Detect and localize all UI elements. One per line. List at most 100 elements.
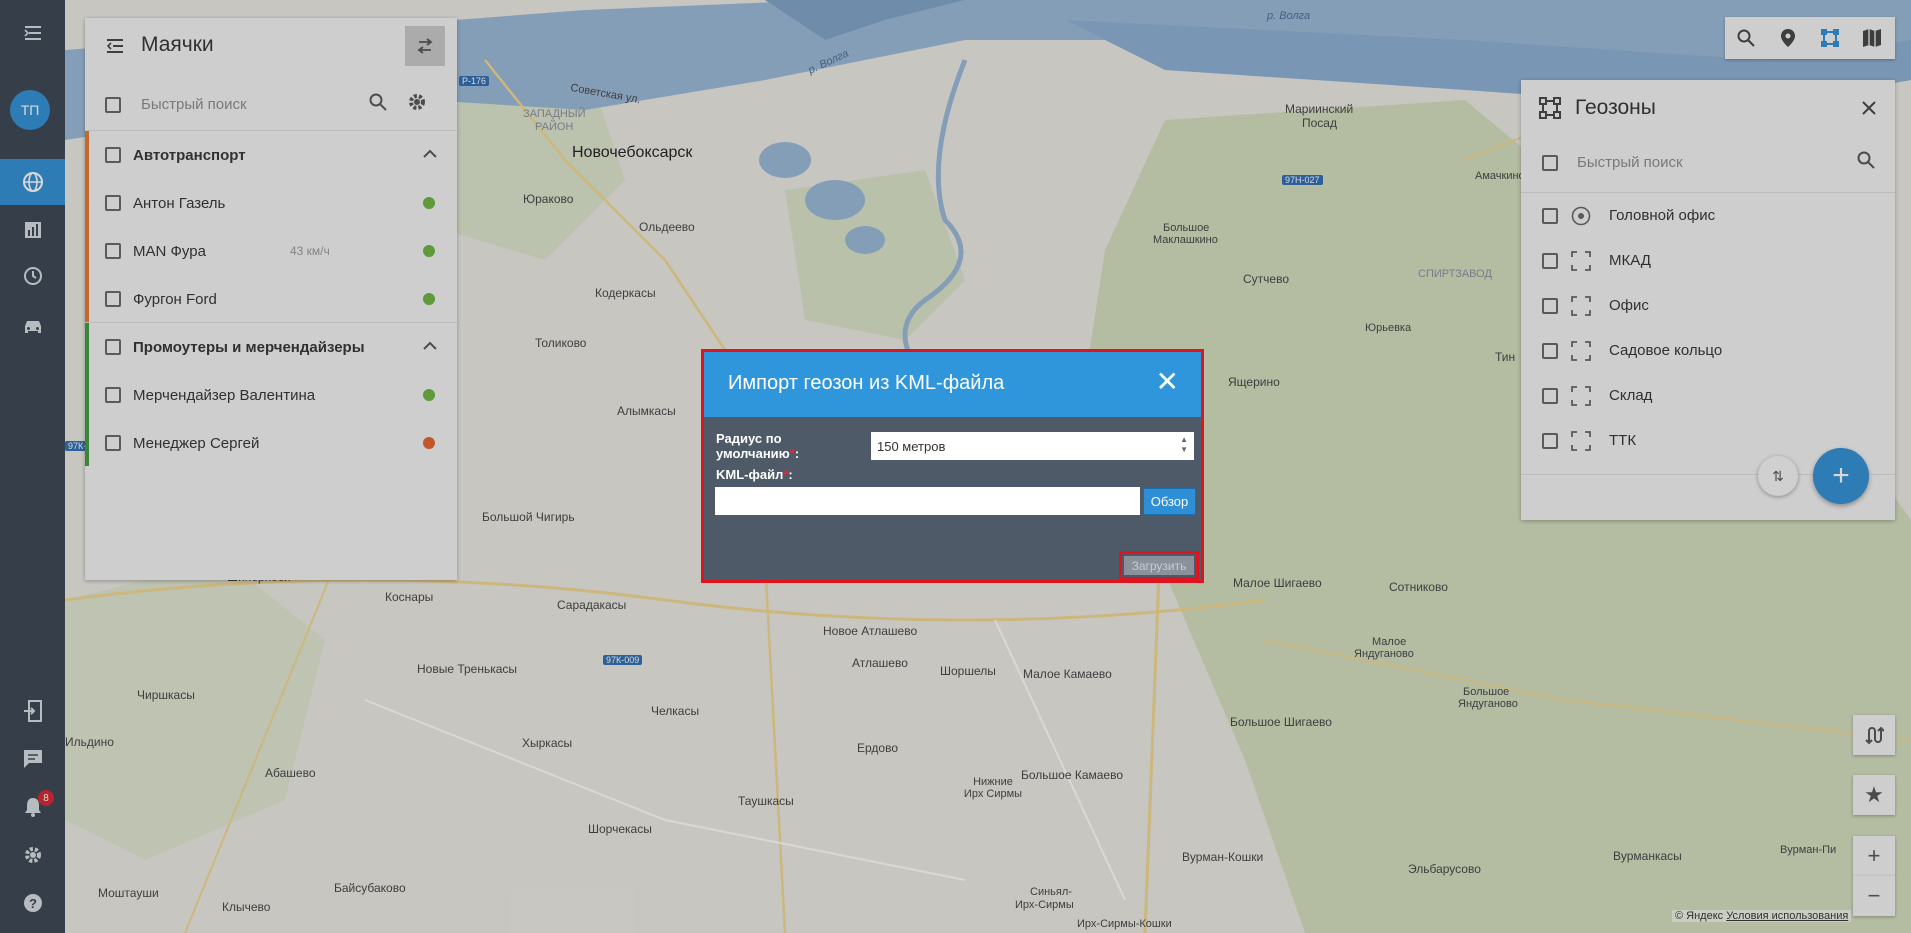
group-name: Промоутеры и мерчендайзеры	[133, 338, 365, 356]
map-label-yurevka: Юрьевка	[1365, 322, 1412, 334]
upload-button[interactable]: Загрузить	[1124, 556, 1194, 575]
beacon-checkbox[interactable]	[105, 291, 121, 307]
map-label-sotnikovo: Сотниково	[1389, 580, 1448, 594]
beacon-name: Фургон Ford	[133, 290, 217, 308]
beacons-search-input[interactable]: Быстрый поиск	[141, 96, 353, 113]
sort-icon[interactable]: ⇅	[1758, 456, 1798, 496]
nav-map-globe-icon[interactable]	[0, 159, 65, 205]
beacon-checkbox[interactable]	[105, 387, 121, 403]
kml-file-input[interactable]	[715, 487, 1140, 515]
search-icon[interactable]	[1857, 151, 1875, 174]
geozone-checkbox[interactable]	[1542, 432, 1558, 449]
polygon-zone-icon	[1571, 385, 1591, 406]
status-dot	[423, 293, 435, 305]
beacon-row[interactable]: Мерчендайзер Валентина	[85, 371, 457, 419]
group-row-promoters[interactable]: Промоутеры и мерчендайзеры	[85, 323, 457, 371]
close-icon[interactable]	[1861, 100, 1877, 121]
map-label-bolshoy-chigir: Большой Чигирь	[482, 510, 575, 524]
map-label-novocheboksarsk: Новочебоксарск	[572, 144, 693, 161]
close-icon[interactable]: ✕	[1156, 367, 1179, 397]
map-label-tolikovo: Толиково	[535, 336, 587, 350]
radius-input[interactable]: 150 метров ▲ ▼	[871, 432, 1194, 460]
beacon-row[interactable]: Менеджер Сергей	[85, 419, 457, 467]
map-label-bolshoe-yandugano-2: Яндуганово	[1458, 698, 1518, 710]
map-label-yurakovo: Юраково	[523, 192, 574, 206]
map-label-amachkino: Амачкино	[1475, 170, 1525, 182]
settings-gear-icon[interactable]	[0, 832, 65, 878]
map-layers-icon[interactable]	[1851, 17, 1893, 59]
beacon-row[interactable]: Фургон Ford	[85, 275, 457, 323]
route-icon[interactable]	[1853, 715, 1895, 755]
map-label-rayon: РАЙОН	[535, 121, 574, 133]
map-label-alymkasy: Алымкасы	[617, 404, 676, 418]
select-all-checkbox[interactable]	[105, 96, 121, 113]
zoom-out-icon[interactable]: −	[1853, 876, 1895, 916]
group-checkbox[interactable]	[105, 339, 121, 355]
map-label-ildino: Ильдино	[65, 735, 114, 749]
collapse-panel-icon[interactable]	[105, 38, 125, 59]
map-search-icon[interactable]	[1725, 17, 1767, 59]
geozone-checkbox[interactable]	[1542, 252, 1558, 269]
map-label-taushkasy: Таушкасы	[738, 794, 794, 808]
beacon-checkbox[interactable]	[105, 243, 121, 259]
logout-icon[interactable]	[0, 688, 65, 734]
geozone-row[interactable]: МКАД	[1521, 238, 1895, 283]
nav-vehicles-car-icon[interactable]	[0, 304, 65, 350]
beacon-checkbox[interactable]	[105, 195, 121, 211]
stepper-arrows-icon[interactable]: ▲ ▼	[1180, 435, 1188, 455]
nav-history-clock-icon[interactable]	[0, 253, 65, 299]
map-label-shorchekasy: Шорчекасы	[588, 822, 652, 836]
road-badge-97n027: 97Н-027	[1282, 175, 1323, 185]
map-label-bolshoe-kamaevo: Большое Камаево	[1021, 768, 1124, 782]
geozone-row[interactable]: Склад	[1521, 373, 1895, 418]
beacon-name: Менеджер Сергей	[133, 434, 260, 452]
map-label-erdovo: Ердово	[857, 741, 898, 755]
help-icon[interactable]: ?	[0, 880, 65, 926]
status-dot	[423, 389, 435, 401]
status-dot	[423, 437, 435, 449]
modal-header: Импорт геозон из KML-файла ✕	[704, 352, 1201, 417]
import-kml-modal: Импорт геозон из KML-файла ✕ Радиус по у…	[701, 349, 1204, 583]
beacon-row[interactable]: Антон Газель	[85, 179, 457, 227]
map-label-bolshoe-yandugano-1: Большое	[1463, 686, 1510, 698]
beacon-checkbox[interactable]	[105, 435, 121, 451]
group-row-vehicles[interactable]: Автотранспорт	[85, 131, 457, 179]
map-label-mariinsky-1: Мариинский	[1285, 102, 1354, 116]
kml-file-label: KML-файл*:	[716, 467, 793, 482]
beacon-name: Мерчендайзер Валентина	[133, 386, 316, 404]
beacon-name: MAN Фура	[133, 242, 206, 260]
search-icon[interactable]	[369, 93, 387, 116]
map-label-bolshoe-maklashkino-2: Маклашкино	[1153, 234, 1218, 246]
chevron-up-icon[interactable]	[423, 146, 437, 164]
map-label-bolshoe-maklashkino-1: Большое	[1163, 222, 1210, 234]
nav-reports-chart-icon[interactable]	[0, 207, 65, 253]
zoom-in-icon[interactable]: +	[1853, 836, 1895, 876]
map-pin-icon[interactable]	[1767, 17, 1809, 59]
geozone-row[interactable]: Головной офис	[1521, 193, 1895, 238]
geozone-name: Головной офис	[1609, 207, 1716, 224]
geozone-checkbox[interactable]	[1542, 342, 1558, 359]
group-checkbox[interactable]	[105, 147, 121, 163]
geozone-checkbox[interactable]	[1542, 387, 1558, 404]
geozones-polygon-icon[interactable]	[1809, 17, 1851, 59]
geozone-checkbox[interactable]	[1542, 297, 1558, 314]
filter-gear-icon[interactable]	[407, 92, 427, 117]
chevron-up-icon[interactable]	[423, 338, 437, 356]
favorites-star-icon[interactable]: ★	[1853, 775, 1895, 815]
terms-link[interactable]: Условия использования	[1726, 910, 1848, 922]
browse-button[interactable]: Обзор	[1143, 488, 1196, 515]
select-all-checkbox[interactable]	[1542, 154, 1558, 171]
geozone-row[interactable]: Садовое кольцо	[1521, 328, 1895, 373]
add-geozone-button[interactable]: +	[1813, 448, 1869, 504]
beacon-row[interactable]: MAN Фура 43 км/ч	[85, 227, 457, 275]
user-avatar[interactable]: ТП	[10, 90, 50, 130]
group-name: Автотранспорт	[133, 146, 246, 164]
chat-icon[interactable]	[0, 736, 65, 782]
menu-expand-icon[interactable]	[0, 10, 65, 56]
geozones-search-input[interactable]: Быстрый поиск	[1577, 154, 1847, 171]
polygon-zone-icon	[1571, 250, 1591, 271]
geozone-checkbox[interactable]	[1542, 207, 1558, 224]
geozone-row[interactable]: Офис	[1521, 283, 1895, 328]
notifications-bell-icon[interactable]	[0, 784, 65, 830]
toggle-view-icon[interactable]	[405, 26, 445, 66]
